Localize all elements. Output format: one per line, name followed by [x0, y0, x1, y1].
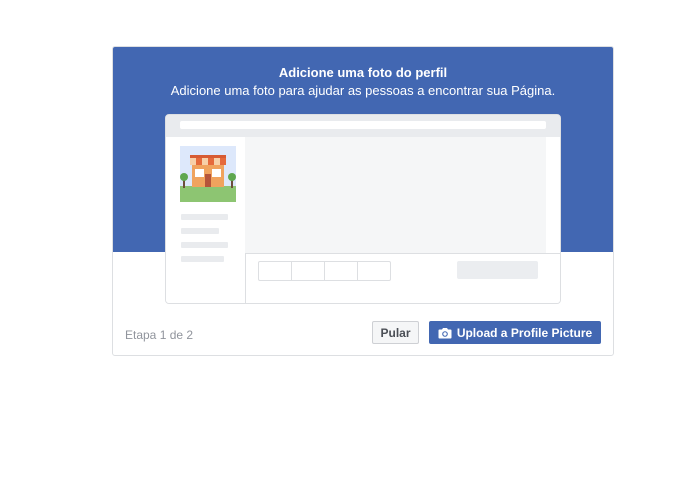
profile-picture-dialog: Adicione uma foto do perfil Adicione uma… — [112, 46, 614, 356]
preview-tab — [325, 262, 358, 280]
preview-search-bar — [180, 121, 546, 129]
dialog-title: Adicione uma foto do perfil — [278, 65, 448, 80]
preview-tabs — [258, 261, 391, 281]
upload-profile-picture-button[interactable]: Upload a Profile Picture — [429, 321, 601, 344]
preview-cover-area — [245, 137, 546, 253]
preview-action-bar — [245, 253, 560, 303]
page-preview-illustration — [165, 114, 561, 304]
storefront-icon — [180, 146, 236, 202]
step-indicator: Etapa 1 de 2 — [125, 328, 194, 342]
upload-button-label: Upload a Profile Picture — [456, 325, 593, 340]
preview-button — [457, 261, 538, 279]
dialog-subtitle: Adicione uma foto para ajudar as pessoas… — [170, 83, 556, 98]
preview-text-line — [181, 242, 228, 248]
preview-text-line — [181, 214, 228, 220]
skip-button[interactable]: Pular — [372, 321, 419, 344]
camera-icon — [438, 327, 452, 339]
preview-tab — [358, 262, 390, 280]
preview-text-line — [181, 256, 224, 262]
preview-text-line — [181, 228, 219, 234]
preview-tab — [292, 262, 325, 280]
preview-topbar — [166, 115, 560, 137]
preview-sidebar — [166, 137, 245, 303]
preview-tab — [259, 262, 292, 280]
skip-button-label: Pular — [380, 325, 411, 340]
